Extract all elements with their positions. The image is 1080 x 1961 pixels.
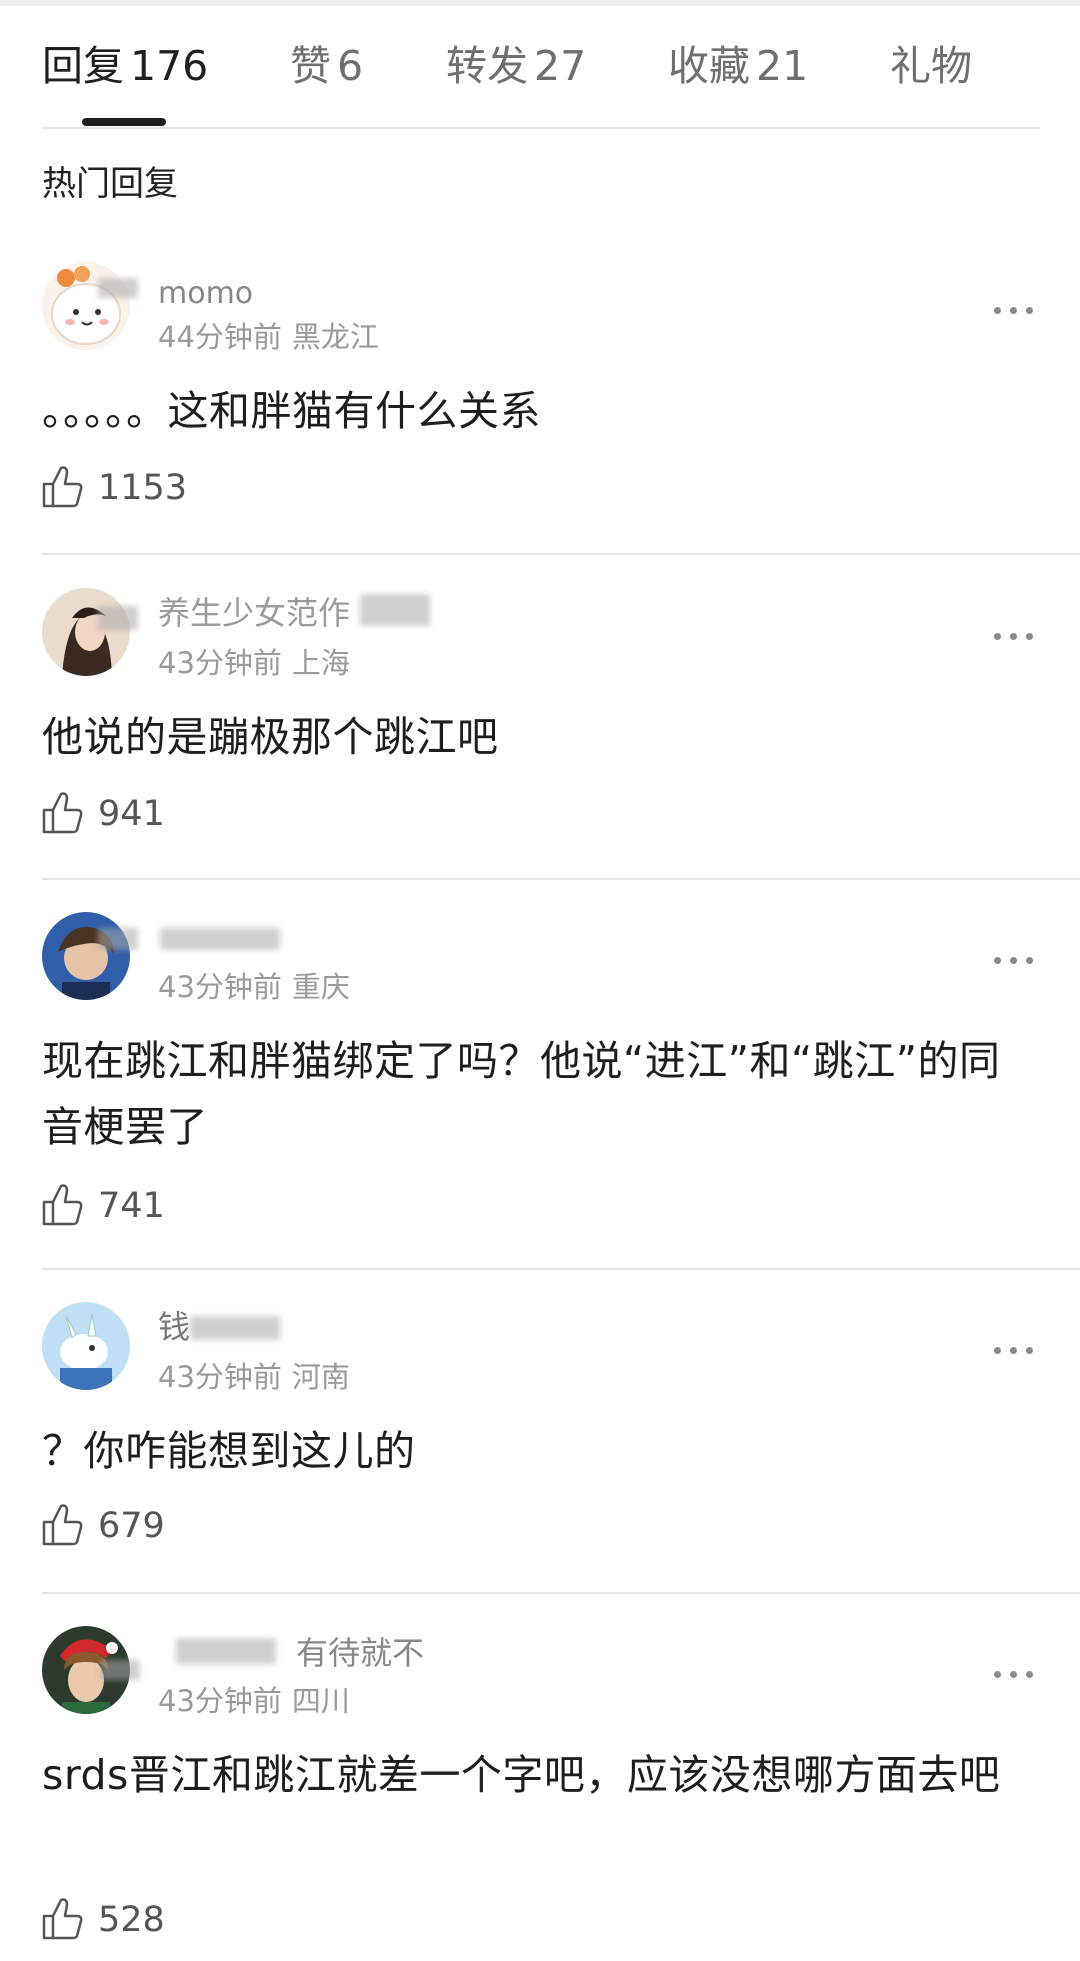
comment-region: 上海 (291, 646, 350, 680)
comment-time: 43分钟前 (158, 1360, 282, 1394)
avatar[interactable] (42, 912, 130, 1000)
thumbs-up-icon (42, 792, 83, 834)
blur-mask (176, 1638, 276, 1664)
blur-mask (98, 278, 138, 298)
comment-divider (42, 878, 1080, 880)
like-count: 1153 (98, 468, 188, 508)
tab-count: 27 (534, 42, 587, 90)
like-count: 741 (98, 1186, 165, 1226)
blur-mask (160, 928, 280, 950)
comment-time: 43分钟前 (158, 970, 282, 1004)
thumbs-up-icon (42, 1504, 83, 1546)
avatar[interactable] (42, 588, 130, 676)
comment-region: 四川 (291, 1684, 350, 1718)
section-title: 热门回复 (42, 164, 178, 204)
comment-divider (42, 553, 1080, 555)
comment-text: srds晋江和跳江就差一个字吧，应该没想哪方面去吧 (42, 1751, 1001, 1799)
tab-count: 176 (130, 42, 209, 90)
tab-label: 赞 (290, 42, 331, 90)
more-options-icon[interactable] (994, 1664, 1038, 1684)
avatar[interactable] (42, 262, 130, 350)
username[interactable]: 有待就不 (296, 1634, 424, 1672)
comment-time: 43分钟前 (158, 1684, 282, 1718)
tab-count: 21 (756, 42, 809, 90)
tab-count: 6 (337, 42, 364, 90)
username[interactable]: momo (158, 282, 253, 306)
comment-meta: 43分钟前 重庆 (158, 968, 350, 1006)
tab-label: 收藏 (668, 42, 750, 90)
tab-favorites[interactable]: 收藏 21 (668, 38, 808, 94)
comment-meta: 43分钟前 四川 (158, 1682, 350, 1720)
thumbs-up-icon (42, 1184, 83, 1226)
top-edge (0, 0, 1080, 6)
interaction-tabs: 回复 176 赞6 转发 27 收藏 21 礼物 (42, 38, 1042, 130)
comment-region: 黑龙江 (291, 320, 379, 354)
comment-time: 44分钟前 (158, 320, 282, 354)
comment-region: 重庆 (291, 970, 350, 1004)
comment-text: 。。。。。这和胖猫有什么关系 (42, 387, 541, 435)
thumbs-up-icon (42, 1898, 83, 1940)
comment-time: 43分钟前 (158, 646, 282, 680)
comment-region: 河南 (291, 1360, 350, 1394)
blur-mask (98, 928, 138, 950)
blur-mask (190, 1316, 280, 1340)
like-count: 679 (98, 1506, 165, 1546)
username[interactable]: 养生少女范作 (158, 594, 350, 632)
comment-text: ？你咋能想到这儿的 (42, 1427, 416, 1475)
comment-divider (42, 1268, 1080, 1270)
active-tab-indicator (82, 118, 166, 126)
tab-label: 礼物 (890, 42, 972, 90)
comment-divider (42, 1592, 1080, 1594)
more-options-icon[interactable] (994, 626, 1038, 646)
like-count: 941 (98, 794, 165, 834)
thumbs-up-icon (42, 466, 83, 508)
comment-text: 他说的是蹦极那个跳江吧 (42, 713, 499, 761)
username[interactable]: 钱 (158, 1308, 190, 1346)
tab-reposts[interactable]: 转发 27 (446, 38, 586, 94)
comment-meta: 44分钟前 黑龙江 (158, 318, 379, 356)
avatar[interactable] (42, 1302, 130, 1390)
blur-mask (98, 606, 138, 630)
like-count: 528 (98, 1900, 165, 1940)
comment-meta: 43分钟前 上海 (158, 644, 350, 682)
tab-label: 回复 (42, 42, 124, 90)
tab-likes[interactable]: 赞6 (290, 38, 363, 94)
more-options-icon[interactable] (994, 1340, 1038, 1360)
more-options-icon[interactable] (994, 300, 1038, 320)
comment-meta: 43分钟前 河南 (158, 1358, 350, 1396)
tab-label: 转发 (446, 42, 528, 90)
blur-mask (100, 1660, 140, 1680)
more-options-icon[interactable] (994, 950, 1038, 970)
tab-replies[interactable]: 回复 176 (42, 38, 208, 94)
tabs-divider (42, 127, 1040, 129)
comment-text: 现在跳江和胖猫绑定了吗？他说“进江”和“跳江”的同音梗罢了 (42, 1037, 1001, 1151)
blur-mask (360, 594, 430, 626)
tab-gifts[interactable]: 礼物 (890, 38, 972, 94)
